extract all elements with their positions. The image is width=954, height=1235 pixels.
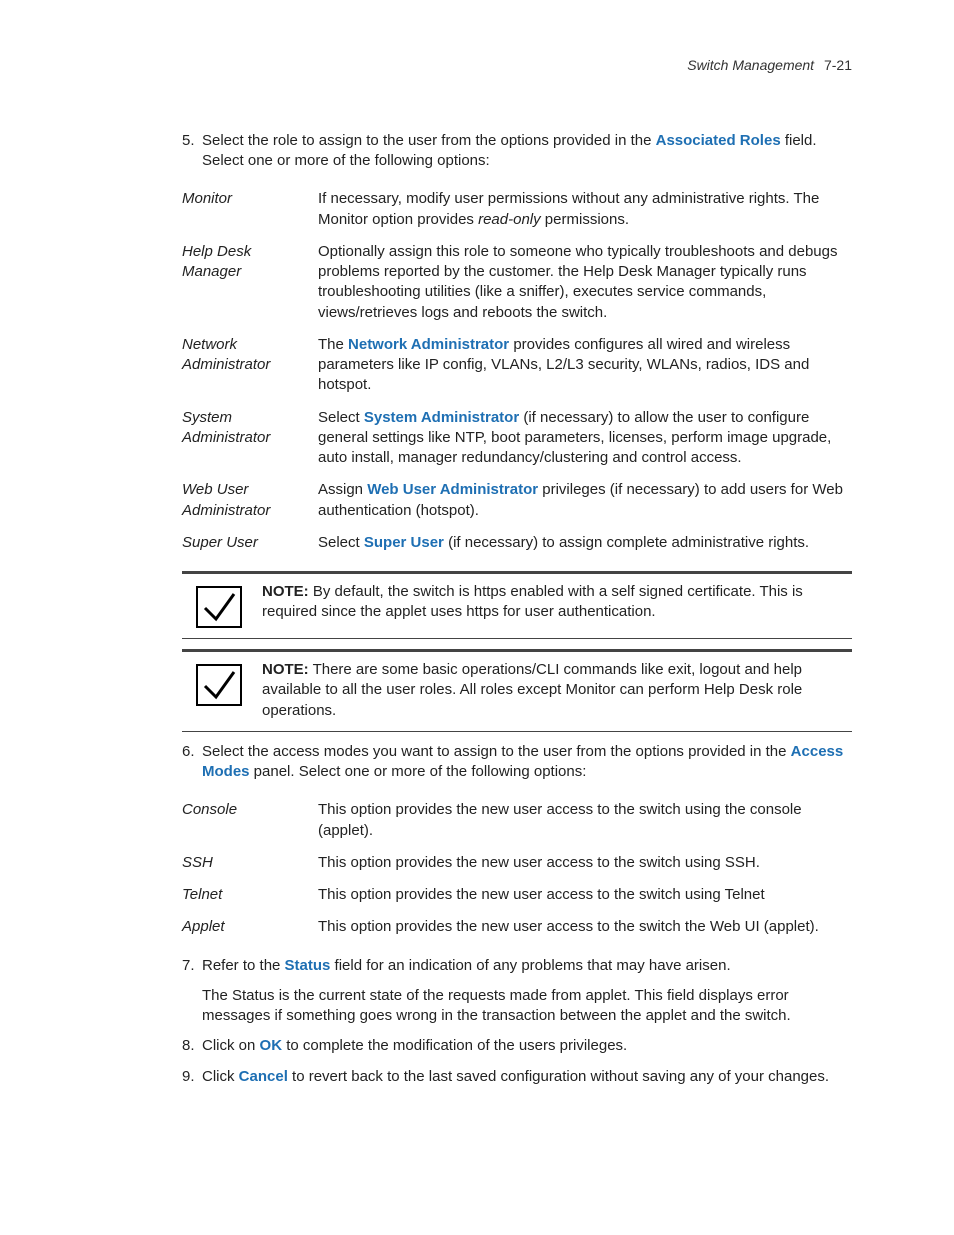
header-page: 7-21 [824, 57, 852, 73]
checkmark-icon [196, 664, 242, 721]
mode-desc: This option provides the new user access… [318, 847, 852, 879]
step-number: 7. [182, 956, 195, 976]
step-number: 9. [182, 1067, 195, 1087]
table-row: Network Administrator The Network Admini… [182, 329, 852, 402]
status-field: Status [285, 957, 331, 974]
table-row: Telnet This option provides the new user… [182, 879, 852, 911]
step-text: Click Cancel to revert back to the last … [202, 1068, 829, 1085]
role-term: Network Administrator [182, 329, 318, 402]
role-desc: Optionally assign this role to someone w… [318, 236, 852, 329]
table-row: Console This option provides the new use… [182, 794, 852, 847]
mode-term: Console [182, 794, 318, 847]
mode-term: SSH [182, 847, 318, 879]
step-number: 6. [182, 742, 195, 762]
modes-table: Console This option provides the new use… [182, 794, 852, 943]
page-header: Switch Management 7-21 [102, 56, 852, 75]
table-row: Web User Administrator Assign Web User A… [182, 474, 852, 527]
mode-term: Telnet [182, 879, 318, 911]
role-term: Help Desk Manager [182, 236, 318, 329]
mode-term: Applet [182, 911, 318, 943]
role-term: Web User Administrator [182, 474, 318, 527]
role-desc: Select System Administrator (if necessar… [318, 402, 852, 475]
table-row: Help Desk Manager Optionally assign this… [182, 236, 852, 329]
role-desc: The Network Administrator provides confi… [318, 329, 852, 402]
note-text: NOTE: By default, the switch is https en… [262, 580, 852, 628]
note-block-2: NOTE: There are some basic operations/CL… [182, 649, 852, 732]
role-term: Monitor [182, 183, 318, 236]
step-6: 6. Select the access modes you want to a… [182, 742, 852, 783]
cancel-button-ref: Cancel [239, 1068, 288, 1085]
step-7-extra: The Status is the current state of the r… [202, 986, 852, 1027]
step-5: 5. Select the role to assign to the user… [182, 131, 852, 172]
table-row: System Administrator Select System Admin… [182, 402, 852, 475]
step-number: 5. [182, 131, 195, 151]
role-desc: Assign Web User Administrator privileges… [318, 474, 852, 527]
associated-roles-field: Associated Roles [656, 132, 781, 149]
step-text: Refer to the Status field for an indicat… [202, 957, 731, 974]
role-term: System Administrator [182, 402, 318, 475]
step-8: 8. Click on OK to complete the modificat… [182, 1036, 852, 1056]
ok-button-ref: OK [260, 1037, 283, 1054]
step-text: Click on OK to complete the modification… [202, 1037, 627, 1054]
roles-table: Monitor If necessary, modify user permis… [182, 183, 852, 559]
header-chapter: Switch Management [687, 57, 814, 73]
table-row: Applet This option provides the new user… [182, 911, 852, 943]
note-block-1: NOTE: By default, the switch is https en… [182, 571, 852, 639]
step-text: Select the access modes you want to assi… [202, 743, 843, 780]
step-number: 8. [182, 1036, 195, 1056]
note-text: NOTE: There are some basic operations/CL… [262, 658, 852, 721]
role-term: Super User [182, 527, 318, 559]
table-row: Monitor If necessary, modify user permis… [182, 183, 852, 236]
mode-desc: This option provides the new user access… [318, 911, 852, 943]
table-row: SSH This option provides the new user ac… [182, 847, 852, 879]
mode-desc: This option provides the new user access… [318, 879, 852, 911]
mode-desc: This option provides the new user access… [318, 794, 852, 847]
role-desc: If necessary, modify user permissions wi… [318, 183, 852, 236]
checkmark-icon [196, 586, 242, 628]
step-7: 7. Refer to the Status field for an indi… [182, 956, 852, 1027]
table-row: Super User Select Super User (if necessa… [182, 527, 852, 559]
step-text: Select the role to assign to the user fr… [202, 132, 817, 169]
step-9: 9. Click Cancel to revert back to the la… [182, 1067, 852, 1087]
role-desc: Select Super User (if necessary) to assi… [318, 527, 852, 559]
